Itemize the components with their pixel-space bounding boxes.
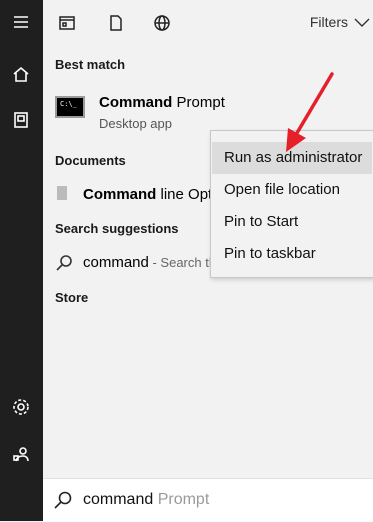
document-title-rest: line Opt	[156, 186, 213, 203]
best-match-subtitle: Desktop app	[99, 116, 172, 131]
search-input[interactable]: command Prompt	[83, 491, 209, 509]
filters-label: Filters	[309, 14, 348, 30]
documents-icon[interactable]	[9, 108, 33, 132]
suggestion-hint: - Search th	[148, 255, 217, 270]
best-match-title: Command Prompt	[99, 94, 225, 111]
apps-icon[interactable]	[56, 12, 78, 34]
suggestion-query: command	[83, 254, 149, 271]
menu-item-pin-to-taskbar[interactable]: Pin to taskbar	[212, 238, 372, 270]
command-prompt-icon-text: C:\_	[60, 100, 77, 108]
best-match-title-bold: Command	[99, 94, 173, 111]
topbar: Filters	[43, 0, 373, 44]
chevron-down-icon	[354, 18, 370, 27]
settings-icon[interactable]	[9, 395, 33, 419]
suggestion-text: command - Search th	[83, 254, 216, 271]
document-title: Command line Opt	[83, 186, 212, 203]
globe-icon[interactable]	[151, 12, 173, 34]
section-search-suggestions: Search suggestions	[55, 221, 179, 236]
annotation-arrow-icon	[286, 72, 334, 152]
document-title-bold: Command	[83, 186, 157, 203]
search-autocomplete: Prompt	[153, 491, 210, 508]
section-documents: Documents	[55, 153, 126, 168]
search-typed-text: command	[83, 491, 154, 508]
user-icon[interactable]	[9, 442, 33, 466]
search-icon	[56, 255, 72, 271]
section-store: Store	[55, 290, 89, 305]
hamburger-icon[interactable]	[9, 10, 33, 34]
filters-button[interactable]: Filters	[310, 14, 370, 30]
document-icon[interactable]	[105, 12, 127, 34]
file-icon	[57, 186, 67, 200]
menu-item-pin-to-start[interactable]: Pin to Start	[212, 206, 372, 238]
section-best-match: Best match	[55, 57, 126, 72]
left-rail	[0, 0, 43, 521]
command-prompt-icon: C:\_	[55, 96, 85, 118]
search-icon	[54, 491, 72, 509]
menu-item-open-file-location[interactable]: Open file location	[212, 174, 372, 206]
home-icon[interactable]	[9, 62, 33, 86]
search-box[interactable]: command Prompt	[43, 478, 373, 522]
best-match-title-rest: Prompt	[172, 94, 225, 111]
